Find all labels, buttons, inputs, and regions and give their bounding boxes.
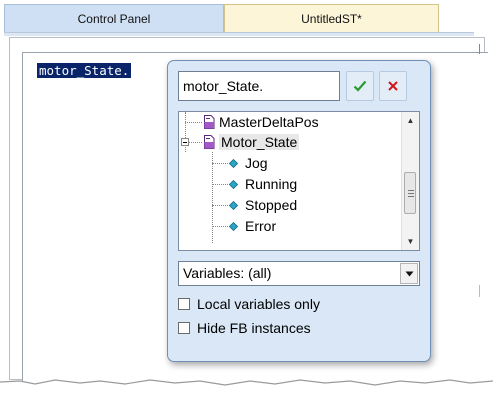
tab-label: UntitledST* (301, 11, 362, 26)
tree-item[interactable]: Motor_State (203, 132, 300, 152)
tree-item-label: Error (245, 218, 277, 234)
tree-item[interactable]: Error (229, 216, 276, 236)
autocomplete-popup: MasterDeltaPos Motor_State Jog Running (167, 60, 431, 362)
tree-connector (212, 152, 213, 243)
close-icon (388, 81, 398, 91)
tree-connector (185, 112, 186, 152)
document-icon (204, 135, 215, 149)
tree-item[interactable]: Jog (229, 153, 268, 173)
hide-fb-checkbox[interactable] (178, 322, 190, 334)
tree-item[interactable]: MasterDeltaPos (203, 112, 319, 132)
tree-connector (189, 142, 202, 143)
tab-control-panel[interactable]: Control Panel (4, 4, 224, 32)
select-value: Variables: (all) (183, 265, 272, 281)
checkbox-label: Local variables only (197, 296, 320, 312)
tree-item-label: Jog (245, 155, 268, 171)
scroll-down-arrow-icon[interactable]: ▼ (402, 233, 419, 250)
checkbox-label: Hide FB instances (197, 320, 311, 336)
diamond-icon (229, 200, 238, 210)
tree-item-label: Motor_State (219, 134, 300, 150)
selected-code-text[interactable]: motor_State. (37, 63, 132, 78)
tree-connector (212, 205, 228, 206)
document-icon (204, 115, 215, 129)
tab-untitled-st[interactable]: UntitledST* (224, 4, 439, 32)
tab-bar: Control Panel UntitledST* (0, 0, 493, 36)
tree-connector (212, 226, 228, 227)
tree-scrollbar[interactable]: ▲ ▼ (401, 112, 419, 250)
torn-edge (0, 379, 493, 396)
scroll-up-arrow-icon[interactable]: ▲ (402, 112, 419, 129)
checkmark-icon (353, 80, 367, 92)
tree-item[interactable]: Stopped (229, 195, 297, 215)
local-variables-option[interactable]: Local variables only (178, 294, 320, 314)
diamond-icon (229, 179, 238, 189)
variable-tree[interactable]: MasterDeltaPos Motor_State Jog Running S… (178, 111, 420, 251)
tree-connector (185, 122, 202, 123)
collapse-toggle[interactable] (181, 138, 189, 146)
tab-underline (4, 32, 474, 36)
chevron-down-icon[interactable] (400, 263, 418, 284)
search-input[interactable] (178, 71, 340, 101)
editor-edge-mark (479, 285, 480, 297)
tree-item-label: Stopped (245, 197, 298, 213)
confirm-button[interactable] (346, 71, 374, 101)
tree-item-label: MasterDeltaPos (219, 114, 319, 130)
tree-item[interactable]: Running (229, 174, 297, 194)
local-variables-checkbox[interactable] (178, 298, 190, 310)
hide-fb-option[interactable]: Hide FB instances (178, 318, 311, 338)
tree-connector (212, 184, 228, 185)
tree-item-label: Running (245, 176, 298, 192)
tree-connector (212, 163, 228, 164)
variable-filter-select[interactable]: Variables: (all) (178, 261, 420, 286)
editor-edge-mark (479, 44, 480, 54)
scrollbar-thumb[interactable] (404, 172, 416, 214)
tab-label: Control Panel (77, 11, 151, 26)
diamond-icon (229, 221, 238, 231)
cancel-button[interactable] (379, 71, 407, 101)
diamond-icon (229, 158, 238, 168)
